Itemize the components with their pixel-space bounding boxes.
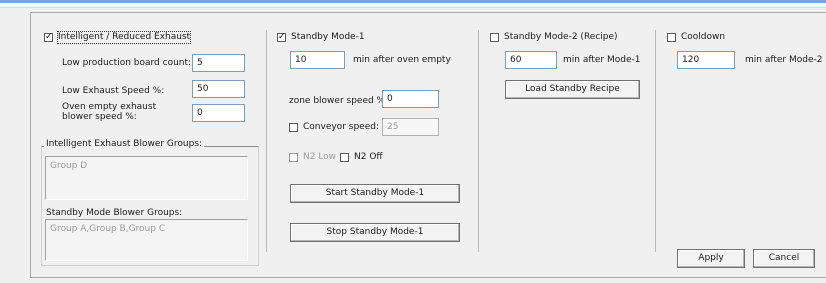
conveyor-speed-label: Conveyor speed: <box>303 122 379 132</box>
standby-mode-2-checkbox[interactable] <box>490 33 499 42</box>
window-header-strip <box>0 3 826 8</box>
n2-off-checkbox[interactable] <box>340 153 349 162</box>
n2-low-checkbox[interactable] <box>289 153 298 162</box>
cooldown-minutes-input[interactable]: 120 <box>677 51 735 69</box>
standby-groups-label: Standby Mode Blower Groups: <box>46 208 183 218</box>
column-divider-1 <box>266 30 267 252</box>
column-divider-3 <box>655 30 656 252</box>
start-standby-mode-1-button[interactable]: Start Standby Mode-1 <box>290 184 460 203</box>
oven-empty-speed-label-line2: blower speed %: <box>62 112 137 122</box>
standby-mode-1-label: Standby Mode-1 <box>291 32 365 42</box>
standby-mode-2-minutes-input[interactable]: 60 <box>505 51 557 69</box>
low-exhaust-speed-label: Low Exhaust Speed %: <box>62 86 165 96</box>
standby-mode-2-minutes-suffix: min after Mode-1 <box>563 55 641 65</box>
load-standby-recipe-button[interactable]: Load Standby Recipe <box>505 80 640 99</box>
n2-low-label: N2 Low <box>303 152 337 162</box>
cancel-button[interactable]: Cancel <box>753 249 815 268</box>
zone-blower-speed-label: zone blower speed %: <box>289 96 389 106</box>
intelligent-groups-label: Intelligent Exhaust Blower Groups: <box>44 139 205 150</box>
intelligent-exhaust-checkbox[interactable]: ✓ <box>44 33 53 42</box>
standby-mode-1-minutes-input[interactable]: 10 <box>290 51 345 69</box>
apply-button[interactable]: Apply <box>677 249 745 268</box>
standby-groups-list[interactable]: Group A,Group B,Group C <box>45 219 248 261</box>
conveyor-speed-input[interactable]: 25 <box>382 118 439 136</box>
intelligent-groups-value: Group D <box>50 161 88 171</box>
cooldown-label: Cooldown <box>681 32 726 42</box>
zone-blower-speed-input[interactable]: 0 <box>382 90 439 108</box>
stop-standby-mode-1-button[interactable]: Stop Standby Mode-1 <box>290 223 460 242</box>
low-board-count-input[interactable]: 5 <box>192 54 245 72</box>
column-divider-2 <box>478 30 479 252</box>
standby-mode-1-checkbox[interactable]: ✓ <box>277 33 286 42</box>
conveyor-speed-checkbox[interactable] <box>289 123 298 132</box>
cooldown-checkbox[interactable] <box>667 33 676 42</box>
standby-mode-2-label: Standby Mode-2 (Recipe) <box>504 32 618 42</box>
low-board-count-label: Low production board count: <box>62 58 192 68</box>
oven-empty-speed-input[interactable]: 0 <box>192 104 245 122</box>
low-exhaust-speed-input[interactable]: 50 <box>192 80 245 98</box>
standby-mode-1-minutes-suffix: min after oven empty <box>353 55 451 65</box>
n2-off-label: N2 Off <box>354 152 383 162</box>
standby-groups-value: Group A,Group B,Group C <box>50 224 166 234</box>
intelligent-exhaust-label: Intelligent / Reduced Exhaust <box>56 31 192 44</box>
cooldown-minutes-suffix: min after Mode-2 <box>745 55 823 65</box>
intelligent-groups-list[interactable]: Group D <box>45 156 248 200</box>
